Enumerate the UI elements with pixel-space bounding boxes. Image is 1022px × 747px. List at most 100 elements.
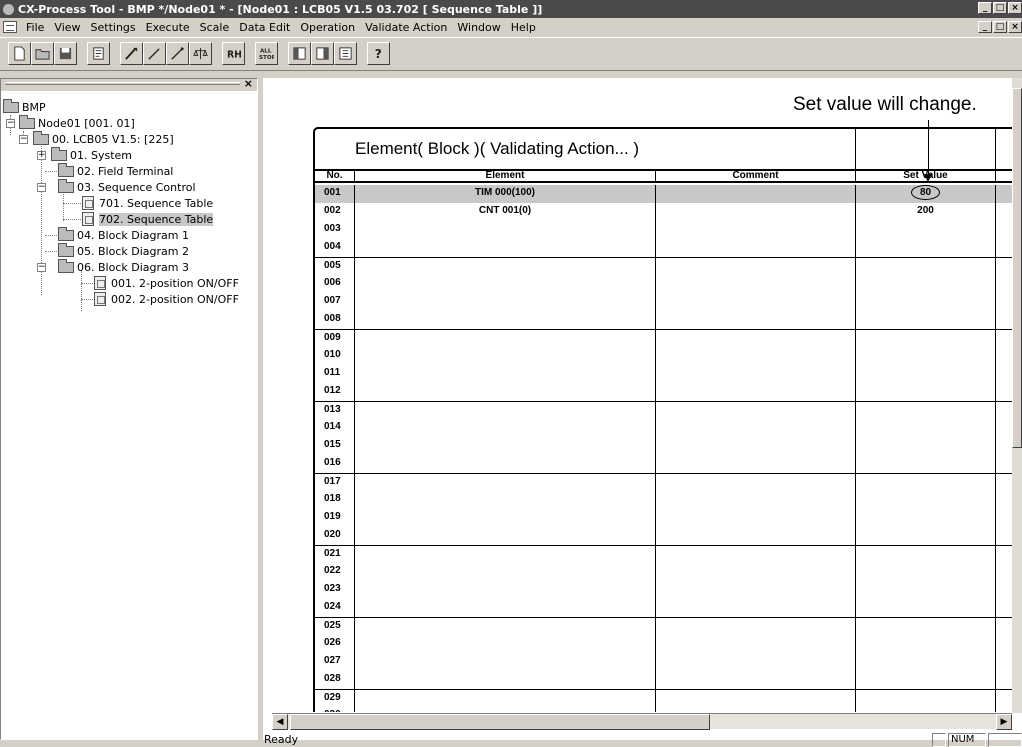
table-row[interactable]: 026 [315, 635, 1022, 653]
column-header-no[interactable]: No. [315, 170, 355, 183]
cell-element[interactable] [355, 275, 656, 293]
tree-item-node01[interactable]: Node01 [001. 01] [19, 114, 135, 131]
cell-element[interactable] [355, 293, 656, 311]
cell-element[interactable] [355, 383, 656, 401]
cell-comment[interactable] [656, 293, 856, 311]
child-minimize-button[interactable]: _ [978, 21, 992, 33]
table-row[interactable]: 010 [315, 347, 1022, 365]
cell-set-value[interactable] [856, 275, 996, 293]
cell-comment[interactable] [656, 365, 856, 383]
tree-item-field-terminal[interactable]: 02. Field Terminal [58, 162, 173, 179]
table-row[interactable]: 019 [315, 509, 1022, 527]
tree-item-sequence-control[interactable]: 03. Sequence Control [58, 178, 196, 195]
menu-execute[interactable]: Execute [141, 21, 195, 34]
cell-set-value[interactable] [856, 690, 996, 708]
cell-comment[interactable] [656, 527, 856, 545]
cell-element[interactable] [355, 618, 656, 636]
table-row[interactable]: 008 [315, 311, 1022, 329]
table-row[interactable]: 025 [315, 617, 1022, 636]
cell-element[interactable] [355, 581, 656, 599]
cell-comment[interactable] [656, 221, 856, 239]
table-row[interactable]: 001 TIM 000(100) 80 [315, 185, 1022, 203]
cell-no[interactable]: 005 [315, 258, 355, 276]
all-stop-icon[interactable]: ALLSTOP [255, 42, 278, 65]
cell-set-value[interactable] [856, 527, 996, 545]
cell-element[interactable] [355, 474, 656, 492]
cell-comment[interactable] [656, 455, 856, 473]
cell-no[interactable]: 004 [315, 239, 355, 257]
cell-set-value[interactable] [856, 581, 996, 599]
tree-item-seq-table-701[interactable]: 701. Sequence Table [82, 195, 213, 211]
cell-set-value[interactable] [856, 330, 996, 348]
open-icon[interactable] [31, 42, 54, 65]
cell-no[interactable]: 028 [315, 671, 355, 689]
tree-item-block-diagram-2[interactable]: 05. Block Diagram 2 [58, 242, 189, 259]
cell-set-value[interactable] [856, 383, 996, 401]
cell-set-value[interactable] [856, 546, 996, 564]
cell-comment[interactable] [656, 491, 856, 509]
cell-set-value[interactable] [856, 671, 996, 689]
cell-element[interactable] [355, 690, 656, 708]
cell-set-value[interactable] [856, 258, 996, 276]
table-row[interactable]: 018 [315, 491, 1022, 509]
table-icon[interactable] [288, 42, 311, 65]
save-icon[interactable] [54, 42, 77, 65]
cell-set-value[interactable] [856, 365, 996, 383]
cell-no[interactable]: 012 [315, 383, 355, 401]
table-row[interactable]: 007 [315, 293, 1022, 311]
cell-set-value[interactable] [856, 599, 996, 617]
document-icon[interactable] [3, 21, 17, 33]
cell-comment[interactable] [656, 419, 856, 437]
cell-comment[interactable] [656, 618, 856, 636]
cell-element[interactable] [355, 221, 656, 239]
cell-no[interactable]: 015 [315, 437, 355, 455]
cell-no[interactable]: 021 [315, 546, 355, 564]
table-row[interactable]: 011 [315, 365, 1022, 383]
cell-comment[interactable] [656, 581, 856, 599]
cell-element[interactable]: CNT 001(0) [355, 203, 656, 221]
table-row[interactable]: 021 [315, 545, 1022, 564]
cell-comment[interactable] [656, 509, 856, 527]
cell-element[interactable] [355, 455, 656, 473]
maximize-button[interactable]: □ [993, 2, 1007, 14]
table-row[interactable]: 009 [315, 329, 1022, 348]
balance-icon[interactable] [189, 42, 212, 65]
wire-icon[interactable] [120, 42, 143, 65]
table-row[interactable]: 030 [315, 707, 1022, 712]
cell-no[interactable]: 023 [315, 581, 355, 599]
cell-comment[interactable] [656, 311, 856, 329]
table-row[interactable]: 012 [315, 383, 1022, 401]
horizontal-scrollbar[interactable]: ◀ ▶ [272, 713, 1012, 730]
cell-element[interactable] [355, 365, 656, 383]
tree-item-block-diagram-1[interactable]: 04. Block Diagram 1 [58, 226, 189, 243]
cell-no[interactable]: 011 [315, 365, 355, 383]
cell-set-value[interactable] [856, 221, 996, 239]
cell-set-value[interactable]: 200 [856, 203, 996, 221]
cell-element[interactable] [355, 635, 656, 653]
menu-help[interactable]: Help [506, 21, 541, 34]
tree-item-onoff-002[interactable]: 002. 2-position ON/OFF [94, 291, 239, 307]
table-row[interactable]: 029 [315, 689, 1022, 708]
tree-item-block-diagram-3[interactable]: 06. Block Diagram 3 [58, 258, 189, 275]
cell-element[interactable] [355, 509, 656, 527]
cell-comment[interactable] [656, 653, 856, 671]
table-row[interactable]: 028 [315, 671, 1022, 689]
cell-comment[interactable] [656, 258, 856, 276]
table-row[interactable]: 020 [315, 527, 1022, 545]
cell-element[interactable] [355, 402, 656, 420]
collapse-icon[interactable]: − [37, 183, 46, 192]
cell-comment[interactable] [656, 203, 856, 221]
tree-item-onoff-001[interactable]: 001. 2-position ON/OFF [94, 275, 239, 291]
cell-set-value[interactable] [856, 474, 996, 492]
tree-item-bmp[interactable]: BMP [3, 98, 46, 115]
cell-set-value[interactable] [856, 311, 996, 329]
cell-element[interactable]: TIM 000(100) [355, 185, 656, 203]
cell-element[interactable] [355, 347, 656, 365]
cell-no[interactable]: 030 [315, 707, 355, 712]
cell-no[interactable]: 017 [315, 474, 355, 492]
cell-comment[interactable] [656, 330, 856, 348]
cell-no[interactable]: 006 [315, 275, 355, 293]
cell-element[interactable] [355, 437, 656, 455]
cell-comment[interactable] [656, 599, 856, 617]
table-row[interactable]: 017 [315, 473, 1022, 492]
